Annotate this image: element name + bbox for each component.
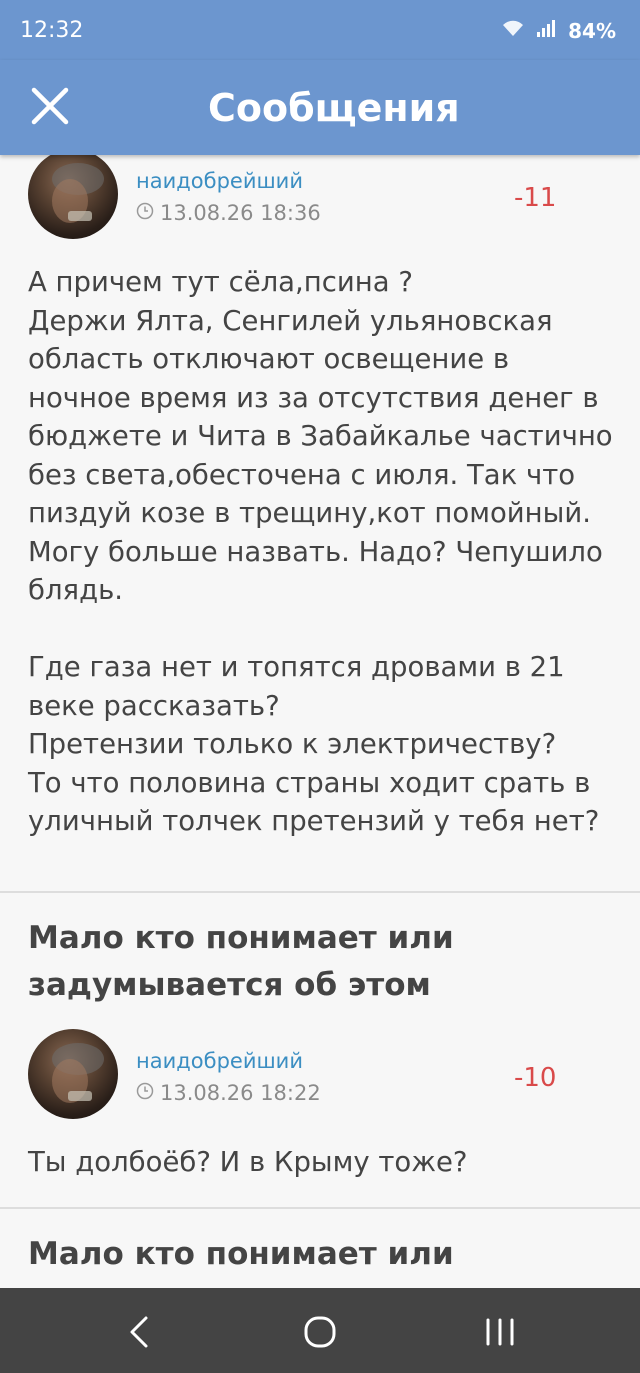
wifi-icon [500,18,526,43]
post-text: Ты долбоёб? И в Крыму тоже? [28,1146,468,1178]
page-title: Сообщения [208,86,460,130]
post-score: -10 [514,1063,557,1093]
divider [0,891,640,893]
status-time: 12:32 [20,18,84,43]
clock-icon [136,201,154,225]
status-icons: 84% [500,18,616,43]
divider [0,1207,640,1209]
home-icon[interactable] [300,1312,340,1352]
author-link[interactable]: наидобрейший [136,1049,303,1073]
post-date-text: 13.08.26 18:36 [160,201,321,225]
avatar[interactable] [28,1029,118,1119]
back-icon[interactable] [120,1312,160,1352]
post-text: А причем тут сёла,псина ? Держи Ялта, Се… [28,266,613,837]
status-bar: 12:32 84% [0,0,640,60]
recent-apps-icon[interactable] [480,1312,520,1352]
post-date: 13.08.26 18:22 [136,1081,321,1105]
clock-icon [136,1081,154,1105]
avatar[interactable] [28,155,118,239]
post-date: 13.08.26 18:36 [136,201,321,225]
system-nav-bar [0,1288,640,1373]
app-bar: Сообщения [0,60,640,155]
close-icon[interactable] [30,86,70,126]
post-score: -11 [514,183,557,213]
signal-icon [536,18,558,43]
post-date-text: 13.08.26 18:22 [160,1081,321,1105]
battery-level: 84% [568,18,616,43]
messages-list[interactable]: наидобрейший 13.08.26 18:36 -11 А причем… [0,155,640,1288]
topic-title[interactable]: Мало кто понимает или задумывается об эт… [28,915,618,1009]
topic-title[interactable]: Мало кто понимает или [28,1231,618,1278]
author-link[interactable]: наидобрейший [136,169,303,193]
